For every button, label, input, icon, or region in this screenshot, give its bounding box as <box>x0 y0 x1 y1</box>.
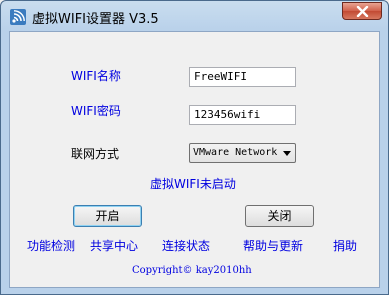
wifi-password-label: WIFI密码 <box>71 104 121 118</box>
network-mode-label: 联网方式 <box>71 147 120 161</box>
link-function-check[interactable]: 功能检测 <box>27 237 75 254</box>
wifi-signal-icon <box>10 9 26 25</box>
close-icon <box>356 6 369 17</box>
app-window: 虚拟WIFI设置器 V3.5 WIFI名称 FreeWIFI WIFI密码 12… <box>0 0 389 295</box>
copyright-text: Copyright© kay2010hh <box>132 265 252 276</box>
link-help-update[interactable]: 帮助与更新 <box>243 237 303 254</box>
network-mode-select[interactable]: VMware Network <box>189 143 296 163</box>
chevron-down-icon <box>283 151 291 156</box>
client-area: WIFI名称 FreeWIFI WIFI密码 123456wifi 联网方式 V… <box>9 31 380 288</box>
wifi-status-text: 虚拟WIFI未启动 <box>150 177 236 191</box>
close-button[interactable]: 关闭 <box>245 205 314 227</box>
window-title: 虚拟WIFI设置器 V3.5 <box>32 12 159 27</box>
link-donate[interactable]: 捐助 <box>333 237 357 254</box>
link-connection-status[interactable]: 连接状态 <box>162 237 210 254</box>
title-bar[interactable]: 虚拟WIFI设置器 V3.5 <box>1 1 388 31</box>
link-sharing-center[interactable]: 共享中心 <box>90 237 138 254</box>
start-button[interactable]: 开启 <box>73 205 142 227</box>
wifi-name-label: WIFI名称 <box>71 69 121 83</box>
window-close-button[interactable] <box>342 2 382 20</box>
network-mode-value: VMware Network <box>193 147 278 158</box>
wifi-password-input[interactable]: 123456wifi <box>189 105 296 125</box>
wifi-name-input[interactable]: FreeWIFI <box>189 67 296 87</box>
